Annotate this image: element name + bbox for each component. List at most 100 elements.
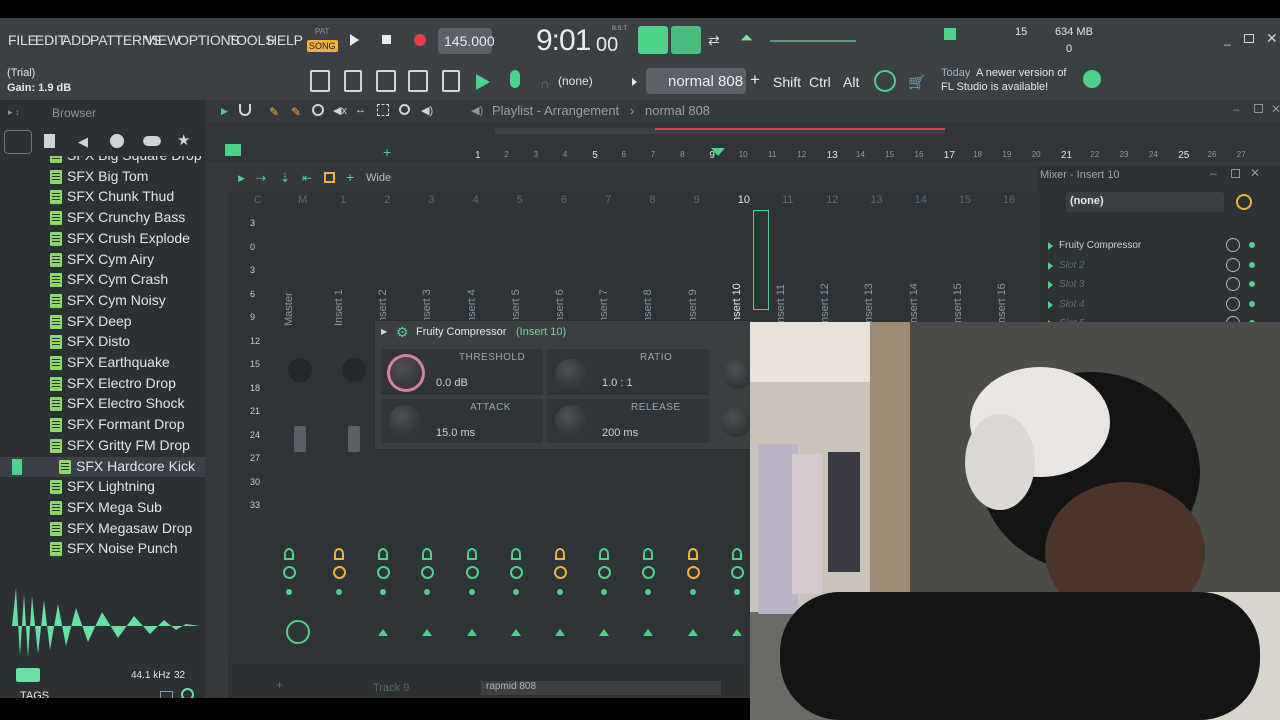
volume-fader[interactable] <box>294 426 306 452</box>
playlist-icon[interactable] <box>310 70 330 92</box>
pat-song-toggle[interactable]: PAT SONG <box>306 26 338 56</box>
mixer-number[interactable]: 14 <box>915 194 927 206</box>
menu-file[interactable]: FILE <box>8 32 37 48</box>
channel-rack-icon[interactable] <box>344 70 362 92</box>
preview-play-icon[interactable] <box>16 668 40 682</box>
slot-led[interactable] <box>1249 281 1255 287</box>
star-tab-icon[interactable]: ★ <box>177 131 190 149</box>
playlist-max-icon[interactable] <box>1254 104 1263 113</box>
playlist-overview[interactable] <box>495 128 945 134</box>
playlist-close-icon[interactable]: ✕ <box>1271 102 1280 116</box>
ratio-knob[interactable] <box>555 359 587 391</box>
mixer-number[interactable]: 16 <box>1003 194 1015 206</box>
mixer-strip-label[interactable]: Insert 6 <box>554 266 568 326</box>
mixer-strip-label[interactable]: Insert 3 <box>421 266 435 326</box>
mixer-number[interactable]: 12 <box>826 194 838 206</box>
route-arrow-icon[interactable] <box>510 629 521 636</box>
ctrl-key[interactable]: Ctrl <box>809 74 831 90</box>
mixer-strip-label[interactable]: Insert 4 <box>466 266 480 326</box>
send-knob-icon[interactable] <box>334 548 344 560</box>
mixer-number[interactable]: 2 <box>384 194 390 206</box>
zoom-icon[interactable] <box>399 104 410 115</box>
mixer-number[interactable]: 15 <box>959 194 971 206</box>
route-arrow-icon[interactable] <box>378 629 389 636</box>
browser-item[interactable]: SFX Disto <box>0 332 205 352</box>
slot-mix-knob[interactable] <box>1226 296 1240 311</box>
playlist-add-track-icon[interactable]: + <box>276 678 283 692</box>
master-send-knob[interactable] <box>286 620 310 644</box>
slot-arrow-icon[interactable] <box>1048 281 1053 289</box>
browser-item[interactable]: SFX Big Square Drop <box>0 156 205 166</box>
playback-icon[interactable]: ◀) <box>421 104 433 117</box>
effect-slot[interactable]: Slot 3 <box>1059 279 1085 290</box>
menu-help[interactable]: HELP <box>267 32 303 48</box>
strip-led[interactable] <box>645 589 652 595</box>
folder-icon[interactable] <box>160 691 173 698</box>
mixer-icon[interactable] <box>442 70 460 92</box>
browser-item[interactable]: SFX Noise Punch <box>0 539 205 559</box>
mixer-number[interactable]: C <box>254 194 262 206</box>
mixer-strip-label[interactable]: Insert 10 <box>731 266 745 326</box>
comp-gear-icon[interactable]: ⚙ <box>396 324 409 341</box>
route-icon[interactable] <box>554 566 567 579</box>
mixer-strip-label[interactable]: Insert 5 <box>510 266 524 326</box>
strip-led[interactable] <box>336 589 342 595</box>
mixer-layout-icon[interactable]: ⇢ <box>256 171 266 185</box>
route-icon[interactable] <box>465 566 479 579</box>
mixer-number[interactable]: 5 <box>517 194 523 206</box>
magnet-icon[interactable] <box>239 104 251 116</box>
send-knob-icon[interactable] <box>284 548 294 560</box>
news-text-2[interactable]: FL Studio is available! <box>941 81 1048 93</box>
strip-led[interactable] <box>557 589 563 595</box>
menu-view[interactable]: VIEW <box>145 32 180 48</box>
search-icon[interactable] <box>181 688 194 698</box>
route-icon[interactable] <box>333 566 346 579</box>
slot-mix-knob[interactable] <box>1226 238 1240 252</box>
route-arrow-icon[interactable] <box>731 629 742 636</box>
mixer-number[interactable]: 11 <box>782 194 793 206</box>
mixer-arrow-icon[interactable]: ▶ <box>238 173 245 184</box>
browser-item[interactable]: SFX Cym Airy <box>0 250 205 270</box>
pattern-snap-icon[interactable] <box>638 26 668 54</box>
browser-item[interactable]: SFX Formant Drop <box>0 415 205 435</box>
slot-led[interactable] <box>1249 242 1255 248</box>
mute-icon[interactable]: ◀x <box>333 104 347 117</box>
send-knob-icon[interactable] <box>378 548 389 560</box>
route-arrow-icon[interactable] <box>555 629 565 636</box>
play-icon[interactable] <box>350 34 359 46</box>
fader-knob[interactable] <box>342 358 366 382</box>
slot-arrow-icon[interactable] <box>1048 261 1053 270</box>
tags-label[interactable]: TAGS <box>20 690 49 698</box>
maximize-icon[interactable] <box>1244 34 1254 43</box>
playlist-min-icon[interactable]: – <box>1233 102 1240 116</box>
mixer-strip-label[interactable]: Insert 7 <box>598 266 612 326</box>
browser-item[interactable]: SFX Cym Noisy <box>0 291 205 311</box>
mixer-min-icon[interactable]: – <box>1210 166 1217 180</box>
browser-item[interactable]: SFX Electro Shock <box>0 394 205 414</box>
route-arrow-icon[interactable] <box>466 629 477 636</box>
audio-clip[interactable]: rapmid 808 <box>481 681 721 695</box>
microphone-icon[interactable] <box>510 70 520 88</box>
send-knob-icon[interactable] <box>599 548 610 560</box>
strip-led[interactable] <box>512 589 519 595</box>
browser-item[interactable]: SFX Megasaw Drop <box>0 519 205 539</box>
pattern-none[interactable]: (none) <box>558 74 593 88</box>
browser-item[interactable]: SFX Lightning <box>0 477 205 497</box>
route-icon[interactable] <box>509 566 523 579</box>
pattern-selector[interactable]: normal 808 <box>646 68 746 94</box>
mixer-number[interactable]: 3 <box>428 194 434 206</box>
delete-icon[interactable] <box>312 104 324 116</box>
mixer-strip-label[interactable]: Insert 13 <box>863 266 877 326</box>
browser-item[interactable]: SFX Cym Crash <box>0 270 205 290</box>
cart-icon[interactable]: 🛒 <box>908 74 925 91</box>
browser-arrow-icon[interactable]: ▸ ↕ <box>8 107 20 118</box>
mixer-number[interactable]: M <box>298 194 307 206</box>
pattern-arrow-icon[interactable] <box>632 78 637 86</box>
route-arrow-icon[interactable] <box>687 629 698 636</box>
route-icon[interactable] <box>642 566 656 579</box>
browser-item[interactable]: SFX Big Tom <box>0 167 205 187</box>
knee-knob[interactable] <box>723 359 753 389</box>
strip-led[interactable] <box>380 589 387 595</box>
mixer-number[interactable]: 10 <box>738 194 750 206</box>
select-icon[interactable] <box>377 104 389 116</box>
